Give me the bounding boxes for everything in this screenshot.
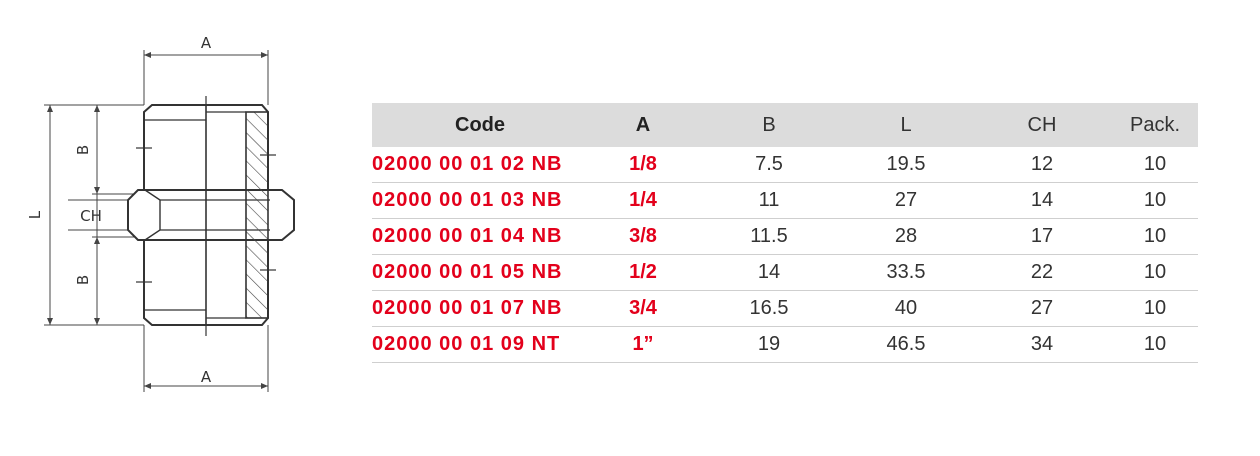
- cell-ch: 12: [972, 147, 1112, 183]
- cell-code: 02000 00 01 03 NB: [372, 182, 588, 219]
- cell-pack: 10: [1112, 147, 1198, 183]
- cell-l: 19.5: [840, 147, 972, 183]
- cell-code: 02000 00 01 07 NB: [372, 290, 588, 327]
- cell-b: 14: [698, 254, 840, 291]
- table-header-row: Code A B L CH Pack.: [372, 103, 1198, 147]
- cell-l: 27: [840, 182, 972, 219]
- cell-code: 02000 00 01 05 NB: [372, 254, 588, 291]
- cell-ch: 17: [972, 218, 1112, 255]
- cell-pack: 10: [1112, 290, 1198, 327]
- cell-pack: 10: [1112, 218, 1198, 255]
- cell-ch: 27: [972, 290, 1112, 327]
- table-row: 02000 00 01 03 NB 1/4 11 27 14 10: [372, 182, 1198, 219]
- cell-code: 02000 00 01 04 NB: [372, 218, 588, 255]
- cell-b: 19: [698, 326, 840, 363]
- fitting-drawing: A A L B B CH: [26, 34, 295, 392]
- cell-pack: 10: [1112, 182, 1198, 219]
- dim-label-l: L: [26, 210, 44, 219]
- cell-l: 28: [840, 218, 972, 255]
- dim-label-a-top: A: [201, 34, 212, 52]
- cell-code: 02000 00 01 02 NB: [372, 147, 588, 183]
- technical-drawing: A A L B B CH: [0, 0, 360, 456]
- dimension-a-top: A: [143, 34, 269, 105]
- cell-b: 11: [698, 182, 840, 219]
- cell-l: 33.5: [840, 254, 972, 291]
- table-row: 02000 00 01 09 NT 1” 19 46.5 34 10: [372, 326, 1198, 363]
- cell-ch: 14: [972, 182, 1112, 219]
- dim-label-a-bottom: A: [201, 368, 212, 386]
- header-pack: Pack.: [1112, 103, 1198, 147]
- cell-ch: 34: [972, 326, 1112, 363]
- cell-pack: 10: [1112, 326, 1198, 363]
- cell-b: 11.5: [698, 218, 840, 255]
- spec-table: Code A B L CH Pack. 02000 00 01 02 NB 1/…: [372, 103, 1198, 363]
- table-row: 02000 00 01 04 NB 3/8 11.5 28 17 10: [372, 218, 1198, 255]
- cell-code: 02000 00 01 09 NT: [372, 326, 588, 363]
- fitting-body: [127, 96, 295, 336]
- cell-a: 1”: [588, 326, 698, 363]
- header-l: L: [840, 103, 972, 147]
- table-row: 02000 00 01 07 NB 3/4 16.5 40 27 10: [372, 290, 1198, 327]
- cell-b: 7.5: [698, 147, 840, 183]
- header-code: Code: [372, 103, 588, 147]
- header-a: A: [588, 103, 698, 147]
- dimension-ch: CH: [68, 194, 132, 237]
- dim-label-ch: CH: [80, 207, 102, 225]
- cell-l: 40: [840, 290, 972, 327]
- dimension-b-upper: B: [74, 105, 140, 195]
- dimension-b-lower: B: [74, 236, 140, 325]
- dim-label-b-upper: B: [74, 145, 92, 155]
- cell-a: 1/8: [588, 147, 698, 183]
- cell-l: 46.5: [840, 326, 972, 363]
- table-row: 02000 00 01 05 NB 1/2 14 33.5 22 10: [372, 254, 1198, 291]
- cell-a: 1/2: [588, 254, 698, 291]
- cell-a: 3/4: [588, 290, 698, 327]
- cell-a: 3/8: [588, 218, 698, 255]
- cell-b: 16.5: [698, 290, 840, 327]
- cell-ch: 22: [972, 254, 1112, 291]
- header-b: B: [698, 103, 840, 147]
- cell-pack: 10: [1112, 254, 1198, 291]
- table-row: 02000 00 01 02 NB 1/8 7.5 19.5 12 10: [372, 147, 1198, 183]
- cell-a: 1/4: [588, 182, 698, 219]
- dim-label-b-lower: B: [74, 275, 92, 285]
- header-ch: CH: [972, 103, 1112, 147]
